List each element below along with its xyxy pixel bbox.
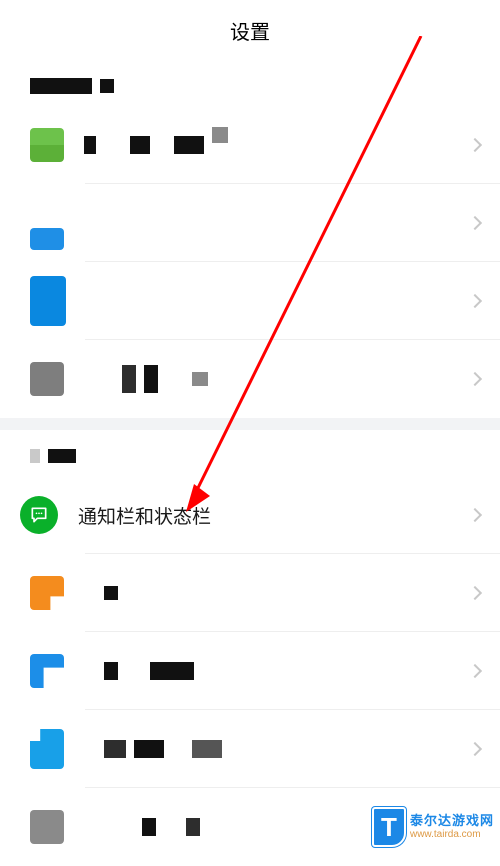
blurred-text — [100, 79, 114, 93]
settings-row[interactable] — [0, 340, 500, 418]
settings-row[interactable] — [0, 184, 500, 262]
settings-row[interactable] — [0, 710, 500, 788]
chevron-right-icon — [468, 294, 482, 308]
blurred-text — [30, 449, 40, 463]
blurred-text — [104, 740, 126, 758]
watermark-url: www.tairda.com — [410, 829, 494, 840]
row-icon — [30, 128, 64, 162]
settings-row[interactable] — [0, 106, 500, 184]
chevron-right-icon — [468, 508, 482, 522]
group-1-header — [0, 60, 500, 106]
row-icon — [30, 228, 64, 250]
chevron-right-icon — [468, 664, 482, 678]
row-icon — [30, 729, 64, 769]
page-title-text: 设置 — [230, 16, 270, 45]
blurred-text — [104, 586, 118, 600]
settings-row[interactable] — [0, 262, 500, 340]
settings-row[interactable] — [0, 554, 500, 632]
chevron-right-icon — [468, 138, 482, 152]
watermark: T 泰尔达游戏网 www.tairda.com — [372, 807, 494, 847]
blurred-text — [174, 136, 204, 154]
blurred-text — [134, 740, 164, 758]
blurred-text — [104, 662, 118, 680]
blurred-text — [186, 818, 200, 836]
blurred-text — [144, 365, 158, 393]
group-2-header — [0, 430, 500, 476]
row-label: 通知栏和状态栏 — [78, 502, 211, 529]
watermark-logo: T — [372, 807, 406, 847]
page-title: 设置 — [0, 0, 500, 60]
blurred-text — [192, 740, 222, 758]
blurred-text — [150, 662, 194, 680]
blurred-text — [212, 127, 228, 143]
blurred-text — [48, 449, 76, 463]
chat-bubble-icon — [20, 496, 58, 534]
chevron-right-icon — [468, 742, 482, 756]
row-icon — [30, 362, 64, 396]
blurred-text — [192, 372, 208, 386]
chevron-right-icon — [468, 586, 482, 600]
settings-group-2: 通知栏和状态栏 — [0, 430, 500, 866]
watermark-brand: 泰尔达游戏网 — [410, 814, 494, 828]
chevron-right-icon — [468, 372, 482, 386]
chevron-right-icon — [468, 216, 482, 230]
row-icon — [30, 654, 64, 688]
row-icon — [30, 576, 64, 610]
row-icon — [30, 810, 64, 844]
blurred-text — [30, 78, 92, 94]
blurred-text — [142, 818, 156, 836]
settings-row-notification-status-bar[interactable]: 通知栏和状态栏 — [0, 476, 500, 554]
settings-row[interactable] — [0, 632, 500, 710]
settings-group-1 — [0, 60, 500, 418]
row-icon — [30, 276, 66, 326]
blurred-text — [84, 136, 96, 154]
blurred-text — [130, 136, 150, 154]
blurred-text — [122, 365, 136, 393]
